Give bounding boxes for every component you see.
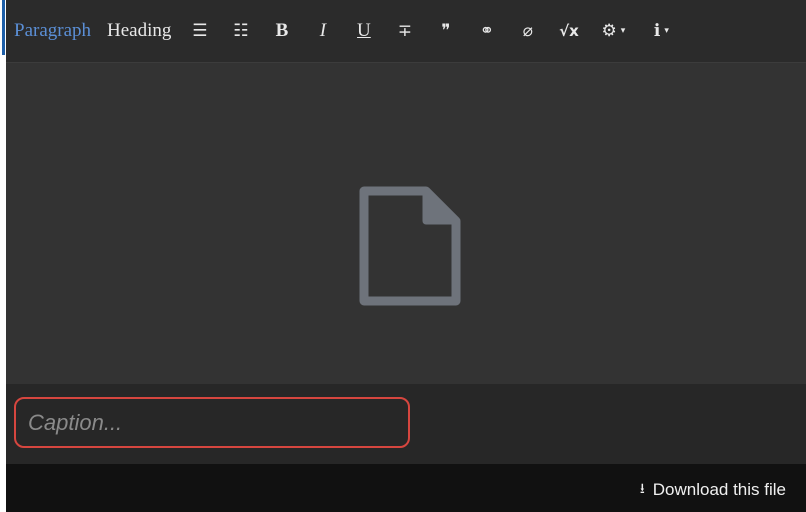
math-button[interactable]: √x	[548, 0, 589, 62]
link-icon: ⚭	[479, 21, 495, 41]
numbered-list-button[interactable]: ☷	[220, 0, 261, 62]
heading-button[interactable]: Heading	[99, 0, 179, 62]
paragraph-button[interactable]: Paragraph	[6, 0, 99, 62]
strikethrough-icon: ∓	[397, 21, 413, 41]
chevron-down-icon: ▾	[664, 26, 669, 36]
underline-icon: U	[357, 20, 371, 41]
quote-button[interactable]: ❞	[425, 0, 466, 62]
bold-icon: B	[275, 20, 289, 41]
download-icon: ⭳	[639, 481, 645, 497]
info-icon: ℹ	[653, 21, 661, 41]
italic-button[interactable]: I	[302, 0, 343, 62]
strikethrough-button[interactable]: ∓	[384, 0, 425, 62]
file-footer: ⭳ Download this file	[6, 464, 806, 512]
caption-input[interactable]	[14, 397, 410, 448]
bold-button[interactable]: B	[261, 0, 302, 62]
info-dropdown-button[interactable]: ℹ ▾	[637, 0, 685, 62]
chevron-down-icon: ▾	[620, 26, 626, 36]
math-icon: √x	[559, 22, 579, 40]
caption-area	[6, 384, 806, 464]
formatting-toolbar: Paragraph Heading ☰ ☷ B I U ∓ ❞ ⚭ ⌀ √x ⚙…	[6, 0, 806, 63]
file-preview-area	[6, 63, 806, 384]
style-dropdown-button[interactable]: ⚙ ▾	[589, 0, 637, 62]
download-label: Download this file	[652, 480, 786, 499]
download-link[interactable]: ⭳ Download this file	[640, 478, 786, 502]
focus-indicator	[2, 0, 5, 55]
italic-icon: I	[319, 20, 327, 41]
file-icon	[359, 186, 461, 306]
link-button[interactable]: ⚭	[466, 0, 507, 62]
quote-icon: ❞	[441, 21, 451, 41]
paperclip-icon: ⌀	[522, 21, 534, 41]
bullet-list-button[interactable]: ☰	[179, 0, 220, 62]
palette-icon: ⚙	[601, 21, 617, 41]
numbered-list-icon: ☷	[233, 21, 249, 41]
file-block-editor: Paragraph Heading ☰ ☷ B I U ∓ ❞ ⚭ ⌀ √x ⚙…	[0, 0, 806, 512]
underline-button[interactable]: U	[343, 0, 384, 62]
bullet-list-icon: ☰	[192, 21, 208, 41]
attach-button[interactable]: ⌀	[507, 0, 548, 62]
